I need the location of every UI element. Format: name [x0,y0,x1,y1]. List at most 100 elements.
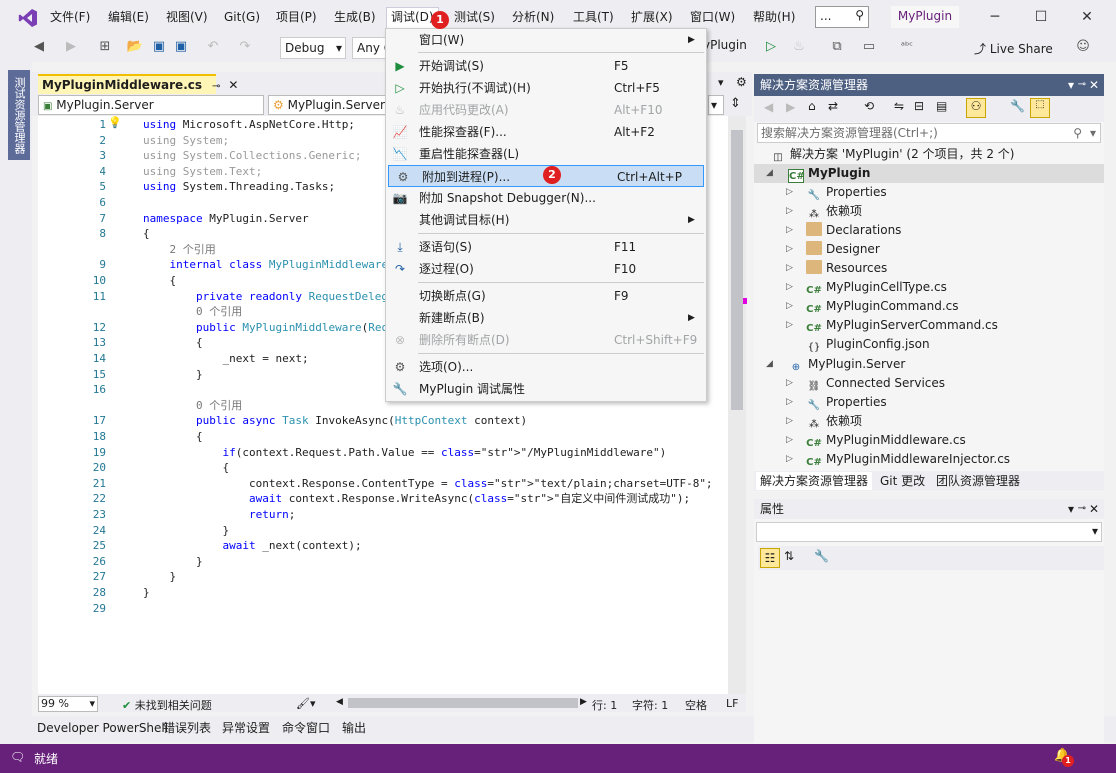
home-icon[interactable]: ⌂ [808,99,816,113]
save-all-icon[interactable]: ▣ [172,38,190,56]
hot-reload-icon[interactable]: ♨ [790,38,808,56]
menu-git[interactable]: Git(G) [220,8,264,28]
tab-command-window[interactable]: 命令窗口 [282,720,330,736]
back-icon[interactable]: ◀ [30,38,48,56]
line-indicator[interactable]: 行: 1 [592,697,617,713]
run-target[interactable]: yPlugin [703,38,747,52]
close-icon[interactable]: ✕ [1089,499,1099,519]
code-cleanup-icon[interactable]: 🖌▾ [296,697,316,710]
tab-overflow-icon[interactable]: ▾ [718,76,724,89]
forward-icon[interactable]: ▶ [62,38,80,56]
scroll-right-icon[interactable]: ▶ [580,697,587,707]
redo-icon[interactable]: ↷ [236,38,254,56]
debug-menu-item[interactable]: 其他调试目标(H) ▶ [386,209,706,231]
dropdown-icon[interactable]: ▾ [1068,499,1074,519]
menu-build[interactable]: 生成(B) [330,8,380,28]
menu-extensions[interactable]: 扩展(X) [627,8,677,28]
open-folder-icon[interactable]: 📂 [126,38,144,56]
preview-icon[interactable]: ⬚ [1030,98,1050,118]
debug-menu-item[interactable]: ↷ 逐过程(O) F10 [386,258,706,280]
tab-team-explorer[interactable]: 团队资源管理器 [932,472,1024,490]
undo-icon[interactable]: ↶ [204,38,222,56]
pin-icon[interactable]: ⊸ [1078,74,1086,96]
show-all-files-icon[interactable]: ▤ [936,99,947,113]
platform-dropdown[interactable]: Any C [352,37,386,59]
debug-menu-item[interactable]: ⚙ 选项(O)... [386,356,706,378]
tab-solution-explorer[interactable]: 解决方案资源管理器 [756,472,873,490]
issues-indicator[interactable]: ✔ 未找到相关问题 [122,697,212,713]
member-nav-dropdown[interactable]: ▾ [708,95,724,115]
tab-developer-powershell[interactable]: Developer PowerShell [37,720,168,736]
tree-project-myplugin[interactable]: ◢ C# MyPlugin [754,164,1104,183]
menu-test[interactable]: 测试(S) [450,8,499,28]
debug-menu-item[interactable]: 新建断点(B) ▶ [386,307,706,329]
gear-icon[interactable]: ⚙ [736,75,747,89]
sync-icon[interactable]: ⇋ [894,99,904,113]
debug-menu-item[interactable]: 📉 重启性能探查器(L) [386,143,706,165]
lightbulb-icon[interactable]: 💡 [108,116,122,129]
debug-menu-item[interactable]: 窗口(W) ▶ [386,29,706,51]
minimize-button[interactable]: ─ [980,6,1010,28]
split-icon[interactable]: ⇕ [730,96,741,111]
scroll-thumb[interactable] [731,130,743,410]
char-indicator[interactable]: 字符: 1 [632,697,668,713]
properties-wrench-icon[interactable]: 🔧 [1010,99,1025,113]
tab-exception-settings[interactable]: 异常设置 [222,720,270,736]
run-icon[interactable]: ▷ [762,38,780,56]
spellcheck-icon[interactable]: ᵃᵇᶜ [898,38,916,56]
menu-help[interactable]: 帮助(H) [749,8,799,28]
scroll-left-icon[interactable]: ◀ [336,697,343,707]
horizontal-scrollbar[interactable] [348,698,578,708]
close-button[interactable]: ✕ [1072,6,1102,28]
configuration-dropdown[interactable]: Debug ▾ [280,37,346,59]
switch-views-icon[interactable]: ⇄ [828,99,838,113]
layout-icon[interactable]: ▭ [860,38,878,56]
project-nav-dropdown[interactable]: ▣ MyPlugin.Server [38,95,264,115]
close-icon[interactable]: ✕ [1089,74,1099,96]
debug-menu-item[interactable]: ▷ 开始执行(不调试)(H) Ctrl+F5 [386,77,706,99]
browser-icon[interactable]: ⧉ [828,38,846,56]
debug-menu-item[interactable]: 🔧 MyPlugin 调试属性 [386,378,706,400]
tab-git-changes[interactable]: Git 更改 [876,472,929,490]
forward-icon[interactable]: ▶ [786,100,795,114]
feedback-icon[interactable]: ☺ [1074,38,1092,56]
menu-file[interactable]: 文件(F) [46,8,94,28]
new-project-icon[interactable]: ⊞ [96,38,114,56]
dropdown-icon[interactable]: ▾ [1068,74,1074,96]
categorized-icon[interactable]: ☷ [760,548,780,568]
maximize-button[interactable]: ☐ [1026,6,1056,28]
tab-error-list[interactable]: 错误列表 [163,720,211,736]
tab-output[interactable]: 输出 [342,720,366,736]
document-tab[interactable]: MyPluginMiddleware.cs ⊸ ✕ [38,74,238,94]
debug-menu-item[interactable]: ⊗ 删除所有断点(D) Ctrl+Shift+F9 [386,329,706,351]
menu-tools[interactable]: 工具(T) [569,8,618,28]
debug-menu-item[interactable]: ⤓ 逐语句(S) F11 [386,236,706,258]
debug-menu-item[interactable]: ▶ 开始调试(S) F5 [386,55,706,77]
whitespace-indicator[interactable]: 空格 [685,697,707,713]
properties-object-dropdown[interactable]: ▾ [756,522,1102,542]
type-nav-dropdown[interactable]: ⚙ MyPlugin.Server.M [268,95,386,115]
zoom-dropdown[interactable]: 99 % ▾ [38,696,98,712]
pending-changes-icon[interactable]: ⟲ [864,99,874,113]
line-ending-indicator[interactable]: LF [726,697,738,710]
live-share-button[interactable]: ⤴ Live Share [974,40,1053,57]
alphabetical-icon[interactable]: ⇅ [784,549,794,563]
back-icon[interactable]: ◀ [764,100,773,114]
debug-menu-item[interactable]: 切换断点(G) F9 [386,285,706,307]
solution-search-input[interactable]: 搜索解决方案资源管理器(Ctrl+;) ⚲ ▾ [757,123,1101,143]
property-pages-icon[interactable]: 🔧 [814,549,829,563]
filter-icon[interactable]: ⚇ [966,98,986,118]
debug-menu-item[interactable]: 📷 附加 Snapshot Debugger(N)... [386,187,706,209]
search-input[interactable]: ... ⚲ [815,6,869,28]
debug-menu-item[interactable]: ♨ 应用代码更改(A) Alt+F10 [386,99,706,121]
close-tab-icon[interactable]: ✕ [228,78,238,92]
collapse-all-icon[interactable]: ⊟ [914,99,924,113]
debug-menu-item[interactable]: 📈 性能探查器(F)... Alt+F2 [386,121,706,143]
pin-icon[interactable]: ⊸ [1078,499,1086,519]
menu-view[interactable]: 视图(V) [162,8,212,28]
menu-project[interactable]: 项目(P) [272,8,321,28]
save-icon[interactable]: ▣ [150,38,168,56]
test-explorer-tab[interactable]: 测试资源管理器 [8,70,30,160]
menu-edit[interactable]: 编辑(E) [104,8,153,28]
tree-solution[interactable]: ◫ 解决方案 'MyPlugin' (2 个项目，共 2 个) [770,145,1014,164]
